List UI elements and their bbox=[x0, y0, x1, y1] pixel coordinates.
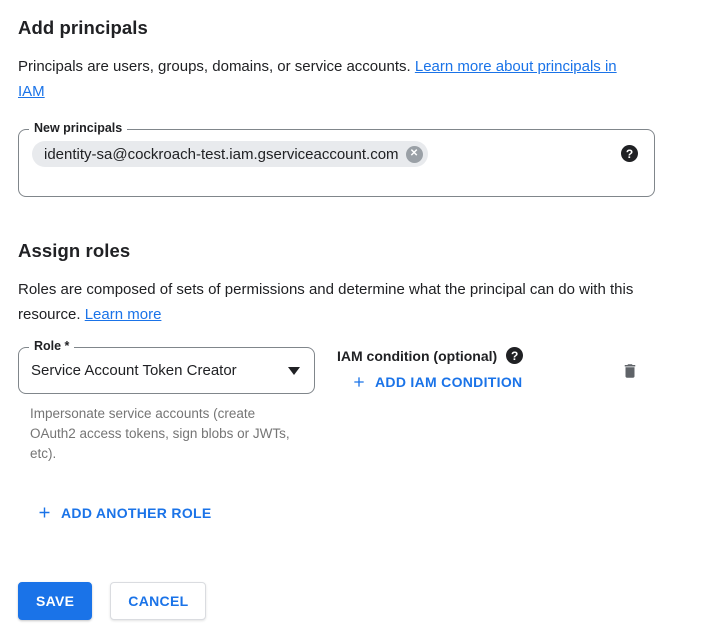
iam-condition-column: IAM condition (optional) ? ADD IAM CONDI… bbox=[337, 347, 619, 395]
new-principals-field[interactable]: New principals identity-sa@cockroach-tes… bbox=[18, 129, 655, 197]
dialog-actions: SAVE CANCEL bbox=[18, 582, 713, 620]
add-iam-condition-button[interactable]: ADD IAM CONDITION bbox=[345, 370, 528, 394]
role-selected-value: Service Account Token Creator bbox=[19, 362, 288, 379]
role-helper-text: Impersonate service accounts (create OAu… bbox=[30, 404, 302, 464]
plus-icon bbox=[36, 504, 53, 521]
add-another-role-button[interactable]: ADD ANOTHER ROLE bbox=[30, 500, 218, 525]
assign-roles-text: Roles are composed of sets of permission… bbox=[18, 277, 638, 327]
assign-roles-title: Assign roles bbox=[18, 239, 713, 263]
add-principals-panel: Add principals Principals are users, gro… bbox=[0, 0, 713, 629]
role-column: Role * Service Account Token Creator Imp… bbox=[18, 347, 315, 464]
help-icon[interactable]: ? bbox=[506, 347, 523, 364]
role-row: Role * Service Account Token Creator Imp… bbox=[18, 347, 655, 464]
chip-close-icon[interactable]: ✕ bbox=[406, 146, 423, 163]
principal-chip: identity-sa@cockroach-test.iam.gservicea… bbox=[32, 141, 428, 167]
role-label: Role * bbox=[29, 339, 74, 353]
save-button[interactable]: SAVE bbox=[18, 582, 92, 620]
page-title: Add principals bbox=[18, 16, 713, 40]
cancel-button[interactable]: CANCEL bbox=[110, 582, 206, 620]
help-icon[interactable]: ? bbox=[621, 145, 638, 162]
plus-icon bbox=[351, 374, 367, 390]
dropdown-arrow-icon bbox=[288, 367, 300, 375]
delete-role-button[interactable] bbox=[619, 359, 641, 386]
intro-text: Principals are users, groups, domains, o… bbox=[18, 54, 638, 104]
iam-condition-header: IAM condition (optional) ? bbox=[337, 347, 619, 364]
intro-text-static: Principals are users, groups, domains, o… bbox=[18, 58, 411, 75]
new-principals-label: New principals bbox=[29, 121, 127, 135]
iam-condition-label: IAM condition (optional) bbox=[337, 348, 497, 364]
learn-more-roles-link[interactable]: Learn more bbox=[85, 306, 162, 323]
add-another-role-label: ADD ANOTHER ROLE bbox=[61, 505, 212, 521]
principal-chip-value: identity-sa@cockroach-test.iam.gservicea… bbox=[44, 146, 399, 163]
add-iam-condition-label: ADD IAM CONDITION bbox=[375, 374, 522, 390]
trash-icon bbox=[621, 361, 639, 384]
role-select[interactable]: Role * Service Account Token Creator bbox=[18, 347, 315, 394]
